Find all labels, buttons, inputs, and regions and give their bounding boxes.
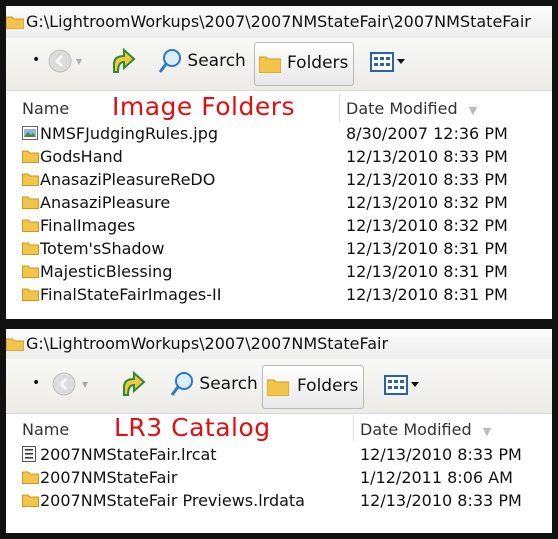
address-bar[interactable]: G:\LightroomWorkups\2007\2007NMStateFair…: [6, 6, 552, 39]
views-icon: [370, 52, 405, 72]
item-date-modified: 12/13/2010 8:33 PM: [360, 445, 522, 464]
dropdown-arrow-icon[interactable]: •: [32, 52, 40, 68]
list-item[interactable]: AnasaziPleasureReDO 12/13/2010 8:33 PM: [6, 168, 552, 191]
folders-label: Folders: [297, 376, 359, 396]
address-path: G:\LightroomWorkups\2007\2007NMStateFair: [26, 334, 389, 353]
views-icon: [384, 375, 419, 395]
file-list: Name Image Folders Date Modified ▼ NMSFJ…: [6, 90, 552, 319]
list-item[interactable]: 2007NMStateFair.lrcat 12/13/2010 8:33 PM: [6, 443, 552, 466]
folder-icon: [22, 240, 39, 259]
toolbar: • ▾ Search Folders: [6, 38, 552, 91]
item-date-modified: 12/13/2010 8:33 PM: [346, 170, 508, 189]
item-date-modified: 12/13/2010 8:32 PM: [346, 193, 508, 212]
up-folder-button[interactable]: [110, 46, 138, 81]
column-header-name[interactable]: Name: [22, 99, 69, 118]
list-item[interactable]: FinalStateFairImages-II 12/13/2010 8:31 P…: [6, 283, 552, 306]
item-name: NMSFJudgingRules.jpg: [40, 124, 219, 143]
column-divider: [353, 415, 354, 441]
folder-icon: [22, 492, 39, 511]
back-dropdown-icon[interactable]: ▾: [76, 54, 82, 68]
folder-icon: [22, 263, 39, 282]
list-item[interactable]: 2007NMStateFair 1/12/2011 8:06 AM: [6, 466, 552, 489]
column-header-date-modified[interactable]: Date Modified ▼: [360, 420, 491, 439]
back-dropdown-icon[interactable]: ▾: [82, 377, 88, 391]
list-item[interactable]: 2007NMStateFair Previews.lrdata 12/13/201…: [6, 489, 552, 512]
search-label: Search: [187, 51, 246, 71]
item-date-modified: 8/30/2007 12:36 PM: [346, 124, 508, 143]
back-button[interactable]: [48, 49, 72, 78]
overlay-label-image-folders: Image Folders: [112, 92, 296, 121]
dropdown-arrow-icon[interactable]: •: [32, 375, 40, 391]
folder-icon: [22, 171, 39, 190]
explorer-window-bottom: G:\LightroomWorkups\2007\2007NMStateFair…: [6, 329, 552, 533]
back-button[interactable]: [52, 372, 76, 401]
sort-arrow-icon: ▼: [468, 104, 478, 117]
search-icon: [158, 49, 181, 73]
item-date-modified: 12/13/2010 8:32 PM: [346, 216, 508, 235]
search-button[interactable]: Search: [170, 371, 258, 397]
explorer-window-top: G:\LightroomWorkups\2007\2007NMStateFair…: [6, 6, 552, 319]
item-date-modified: 12/13/2010 8:33 PM: [346, 147, 508, 166]
views-button[interactable]: [370, 52, 406, 77]
column-divider: [339, 94, 340, 122]
item-name: AnasaziPleasure: [40, 193, 171, 212]
search-button[interactable]: Search: [158, 48, 246, 74]
item-name: GodsHand: [40, 147, 123, 166]
date-modified-label: Date Modified: [346, 99, 458, 118]
item-name: FinalStateFairImages-II: [40, 285, 222, 304]
views-button[interactable]: [384, 375, 420, 400]
folders-label: Folders: [287, 53, 349, 73]
address-bar[interactable]: G:\LightroomWorkups\2007\2007NMStateFair: [6, 329, 552, 360]
date-modified-label: Date Modified: [360, 420, 472, 439]
item-date-modified: 12/13/2010 8:31 PM: [346, 285, 508, 304]
column-header-name[interactable]: Name: [22, 420, 69, 439]
jpg-file-icon: [22, 125, 38, 144]
folders-icon: [267, 379, 289, 396]
file-list: Name LR3 Catalog Date Modified ▼ 2007NMS…: [6, 413, 552, 533]
search-icon: [170, 372, 193, 396]
column-header-date-modified[interactable]: Date Modified ▼: [346, 99, 477, 118]
sort-arrow-icon: ▼: [482, 425, 492, 438]
item-name: 2007NMStateFair Previews.lrdata: [40, 491, 305, 510]
folder-icon: [22, 194, 39, 213]
overlay-label-lr3-catalog: LR3 Catalog: [114, 413, 271, 442]
item-name: FinalImages: [40, 216, 136, 235]
folder-icon: [6, 14, 25, 33]
item-name: AnasaziPleasureReDO: [40, 170, 216, 189]
list-item[interactable]: MajesticBlessing 12/13/2010 8:31 PM: [6, 260, 552, 283]
item-name: MajesticBlessing: [40, 262, 173, 281]
folders-button[interactable]: Folders: [262, 365, 364, 409]
list-item[interactable]: AnasaziPleasure 12/13/2010 8:32 PM: [6, 191, 552, 214]
up-arrow-icon: [113, 47, 136, 73]
folder-icon: [22, 217, 39, 236]
folder-icon: [22, 469, 39, 488]
list-item[interactable]: GodsHand 12/13/2010 8:33 PM: [6, 145, 552, 168]
item-date-modified: 12/13/2010 8:33 PM: [360, 491, 522, 510]
folders-icon: [259, 56, 281, 73]
toolbar: • ▾ Search Folders: [6, 359, 552, 414]
back-icon: [52, 372, 76, 396]
item-name: 2007NMStateFair: [40, 468, 178, 487]
item-date-modified: 1/12/2011 8:06 AM: [360, 468, 513, 487]
search-label: Search: [199, 374, 258, 394]
list-item[interactable]: FinalImages 12/13/2010 8:32 PM: [6, 214, 552, 237]
folder-icon: [22, 286, 39, 305]
list-item[interactable]: Totem'sShadow 12/13/2010 8:31 PM: [6, 237, 552, 260]
item-date-modified: 12/13/2010 8:31 PM: [346, 239, 508, 258]
catalog-file-icon: [22, 446, 36, 466]
back-icon: [48, 49, 72, 73]
folder-icon: [22, 148, 39, 167]
up-folder-button[interactable]: [120, 369, 148, 404]
list-item[interactable]: NMSFJudgingRules.jpg 8/30/2007 12:36 PM: [6, 122, 552, 145]
item-date-modified: 12/13/2010 8:31 PM: [346, 262, 508, 281]
item-name: Totem'sShadow: [40, 239, 165, 258]
address-path: G:\LightroomWorkups\2007\2007NMStateFair…: [26, 12, 531, 31]
folder-icon: [6, 336, 25, 355]
folders-button[interactable]: Folders: [254, 42, 354, 86]
item-name: 2007NMStateFair.lrcat: [40, 445, 217, 464]
up-arrow-icon: [123, 370, 146, 396]
